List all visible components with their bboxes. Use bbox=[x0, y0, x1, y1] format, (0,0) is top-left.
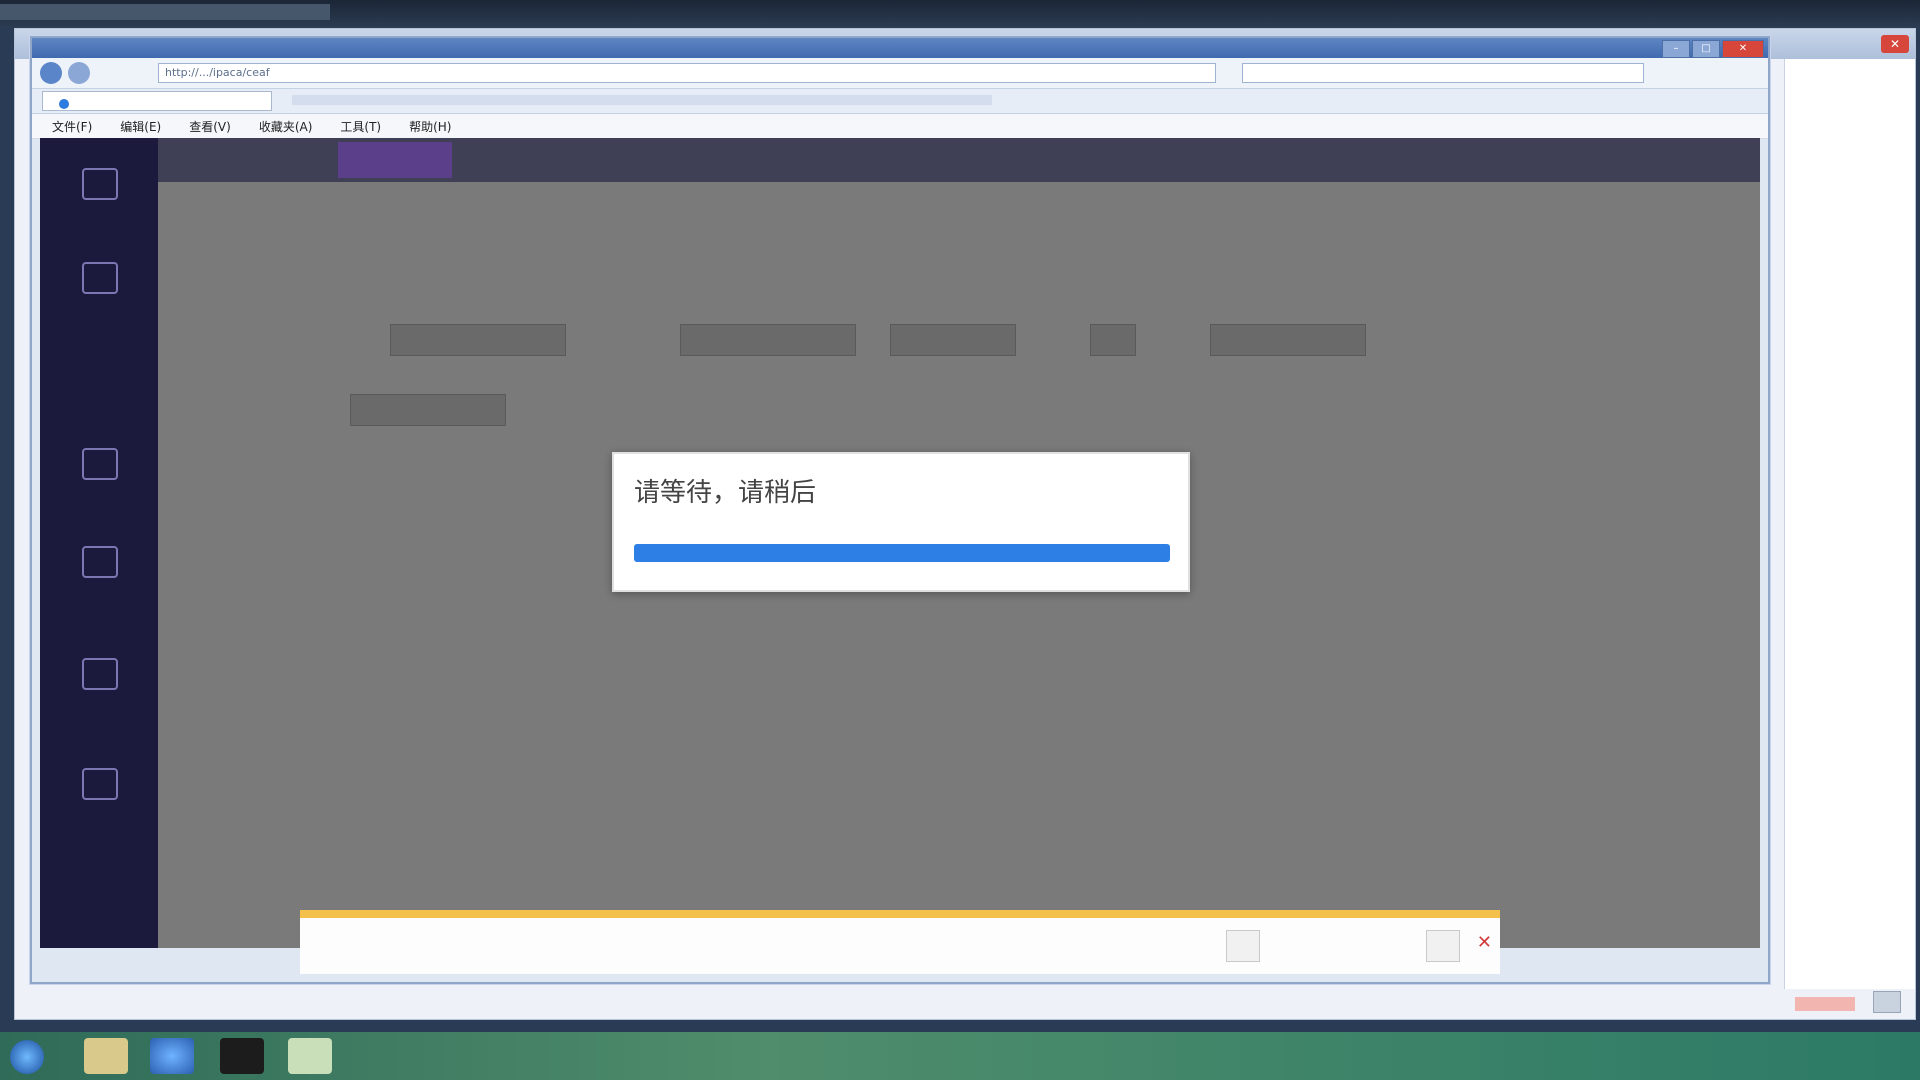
filter-chip[interactable] bbox=[350, 394, 506, 426]
outer-status-red bbox=[1795, 997, 1855, 1011]
grid-icon bbox=[82, 168, 118, 200]
favorites-bar bbox=[292, 95, 992, 105]
app-sidebar bbox=[40, 138, 158, 948]
minimize-icon[interactable]: – bbox=[1662, 40, 1690, 58]
maximize-icon[interactable]: □ bbox=[1692, 40, 1720, 58]
close-icon[interactable]: ✕ bbox=[1477, 932, 1492, 953]
back-icon[interactable] bbox=[40, 62, 62, 84]
forward-icon[interactable] bbox=[68, 62, 90, 84]
sidebar-item-1[interactable] bbox=[60, 168, 140, 204]
loading-progress-bar bbox=[634, 544, 1170, 562]
sidebar-item-4[interactable] bbox=[60, 448, 140, 484]
sidebar-item-7[interactable] bbox=[60, 768, 140, 804]
menu-bar: 文件(F) 编辑(E) 查看(V) 收藏夹(A) 工具(T) 帮助(H) bbox=[32, 114, 1768, 139]
menu-item-help[interactable]: 帮助(H) bbox=[409, 118, 451, 135]
folder-icon[interactable] bbox=[288, 1038, 332, 1074]
menu-item-edit[interactable]: 编辑(E) bbox=[120, 118, 161, 135]
page-favicon-icon bbox=[59, 99, 69, 109]
outer-status-icon[interactable] bbox=[1873, 991, 1901, 1013]
browser-titlebar: – □ ✕ bbox=[32, 38, 1768, 58]
topbar-active-tab[interactable] bbox=[338, 142, 452, 178]
notification-button-1[interactable] bbox=[1226, 930, 1260, 962]
loading-dialog: 请等待，请稍后 bbox=[612, 452, 1190, 592]
progress-fill bbox=[634, 544, 1170, 562]
menu-item-favorites[interactable]: 收藏夹(A) bbox=[259, 118, 313, 135]
ie-icon[interactable] bbox=[150, 1038, 194, 1074]
explorer-icon[interactable] bbox=[84, 1038, 128, 1074]
apps-icon bbox=[82, 262, 118, 294]
screen-top-band bbox=[0, 0, 1920, 28]
search-input[interactable] bbox=[1242, 63, 1644, 83]
notification-bar: ✕ bbox=[300, 910, 1500, 974]
list-icon bbox=[82, 546, 118, 578]
url-input[interactable]: http://.../ipaca/ceaf bbox=[158, 63, 1216, 83]
sidebar-item-2[interactable] bbox=[60, 262, 140, 298]
menu-item-tools[interactable]: 工具(T) bbox=[340, 118, 381, 135]
sidebar-item-5[interactable] bbox=[60, 546, 140, 582]
settings-icon bbox=[82, 658, 118, 690]
close-icon[interactable]: ✕ bbox=[1881, 35, 1909, 53]
start-orb-icon[interactable] bbox=[10, 1040, 44, 1074]
app-topbar bbox=[158, 138, 1760, 182]
filter-chip[interactable] bbox=[1210, 324, 1366, 356]
user-icon bbox=[82, 768, 118, 800]
loading-message: 请等待，请稍后 bbox=[634, 478, 817, 508]
close-icon[interactable]: ✕ bbox=[1722, 40, 1764, 58]
outer-right-pane bbox=[1784, 59, 1915, 989]
filter-chip[interactable] bbox=[390, 324, 566, 356]
filter-chip[interactable] bbox=[890, 324, 1016, 356]
app-icon[interactable] bbox=[220, 1038, 264, 1074]
blurred-header-text bbox=[0, 4, 330, 20]
taskbar bbox=[0, 1032, 1920, 1080]
notification-button-2[interactable] bbox=[1426, 930, 1460, 962]
window-controls: – □ ✕ bbox=[1662, 40, 1764, 58]
filter-chip[interactable] bbox=[680, 324, 856, 356]
sidebar-item-6[interactable] bbox=[60, 658, 140, 694]
address-bar: http://.../ipaca/ceaf bbox=[32, 58, 1768, 89]
browser-tab[interactable] bbox=[42, 91, 272, 111]
menu-item-file[interactable]: 文件(F) bbox=[52, 118, 92, 135]
tab-bar bbox=[32, 89, 1768, 114]
filter-chip[interactable] bbox=[1090, 324, 1136, 356]
menu-item-view[interactable]: 查看(V) bbox=[189, 118, 231, 135]
chart-icon bbox=[82, 448, 118, 480]
